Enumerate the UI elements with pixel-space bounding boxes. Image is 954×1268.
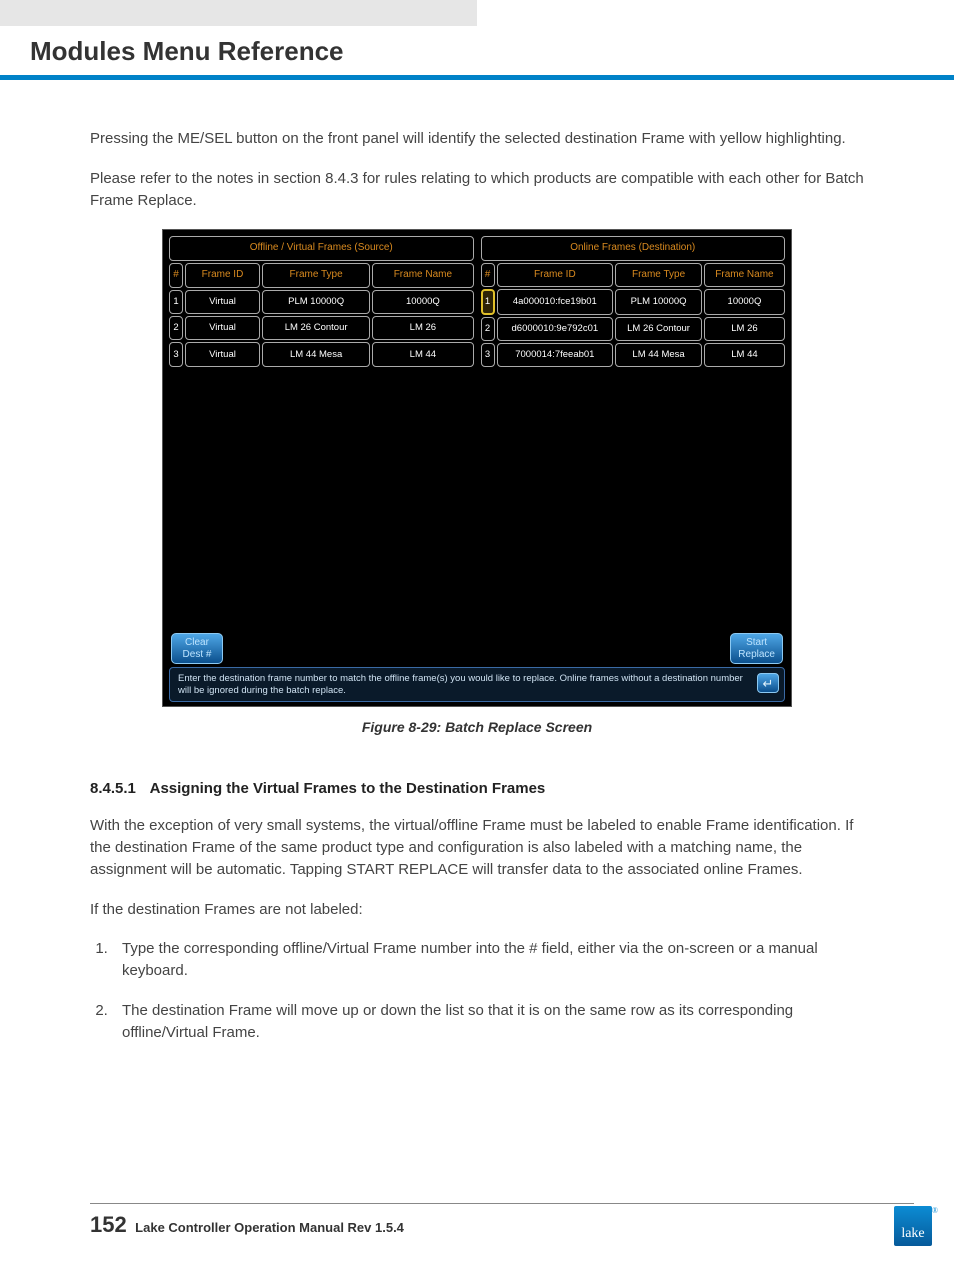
cell-id: 4a000010:fce19b01 [497, 289, 614, 315]
row-num: 2 [169, 316, 183, 340]
table-row[interactable]: 3 7000014:7feeab01 LM 44 Mesa LM 44 [481, 343, 786, 367]
table-row[interactable]: 1 4a000010:fce19b01 PLM 10000Q 10000Q [481, 289, 786, 315]
destination-table-title: Online Frames (Destination) [481, 236, 786, 261]
page-title: Modules Menu Reference [0, 26, 954, 75]
table-row[interactable]: 3 Virtual LM 44 Mesa LM 44 [169, 342, 474, 366]
source-table-title: Offline / Virtual Frames (Source) [169, 236, 474, 261]
cell-name: 10000Q [372, 290, 473, 314]
col-frame-name: Frame Name [372, 263, 473, 288]
col-frame-name: Frame Name [704, 263, 785, 288]
lake-logo: lake [894, 1206, 932, 1246]
col-num: # [481, 263, 495, 288]
cell-id: Virtual [185, 342, 260, 366]
row-num[interactable]: 3 [481, 343, 495, 367]
cell-name: LM 26 [372, 316, 473, 340]
section-paragraph-1: With the exception of very small systems… [90, 815, 864, 880]
cell-id: Virtual [185, 316, 260, 340]
cell-type: LM 44 Mesa [262, 342, 370, 366]
title-rule [0, 75, 954, 80]
row-num: 1 [169, 290, 183, 314]
figure-caption: Figure 8-29: Batch Replace Screen [162, 717, 792, 737]
row-num: 3 [169, 342, 183, 366]
cell-type: LM 26 Contour [615, 317, 702, 341]
row-num-selected[interactable]: 1 [481, 289, 495, 315]
cell-id: d6000010:9e792c01 [497, 317, 614, 341]
section-paragraph-2: If the destination Frames are not labele… [90, 899, 864, 921]
cell-name: LM 44 [372, 342, 473, 366]
cell-id: Virtual [185, 290, 260, 314]
list-item: Type the corresponding offline/Virtual F… [112, 938, 864, 982]
cell-id: 7000014:7feeab01 [497, 343, 614, 367]
help-text: Enter the destination frame number to ma… [178, 673, 743, 695]
help-bar: Enter the destination frame number to ma… [169, 667, 785, 702]
col-frame-id: Frame ID [185, 263, 260, 288]
col-num: # [169, 263, 183, 288]
cell-name: 10000Q [704, 289, 785, 315]
source-frames-table: Offline / Virtual Frames (Source) # Fram… [167, 234, 476, 368]
batch-replace-screen: Offline / Virtual Frames (Source) # Fram… [162, 229, 792, 707]
subsection-heading: 8.4.5.1 Assigning the Virtual Frames to … [90, 778, 864, 800]
cell-type: LM 26 Contour [262, 316, 370, 340]
col-frame-type: Frame Type [262, 263, 370, 288]
col-frame-id: Frame ID [497, 263, 614, 288]
page-footer: 152 Lake Controller Operation Manual Rev… [90, 1203, 914, 1238]
footer-title: Lake Controller Operation Manual Rev 1.5… [135, 1220, 404, 1235]
enter-icon[interactable]: ↵ [757, 673, 779, 693]
intro-paragraph-1: Pressing the ME/SEL button on the front … [90, 128, 864, 150]
cell-name: LM 44 [704, 343, 785, 367]
cell-type: LM 44 Mesa [615, 343, 702, 367]
table-row[interactable]: 1 Virtual PLM 10000Q 10000Q [169, 290, 474, 314]
list-item: The destination Frame will move up or do… [112, 1000, 864, 1044]
subsection-title: Assigning the Virtual Frames to the Dest… [150, 780, 546, 797]
page-number: 152 [90, 1212, 127, 1237]
intro-paragraph-2: Please refer to the notes in section 8.4… [90, 168, 864, 212]
cell-type: PLM 10000Q [615, 289, 702, 315]
clear-dest-button[interactable]: Clear Dest # [171, 633, 223, 664]
subsection-number: 8.4.5.1 [90, 778, 146, 800]
top-strip [0, 0, 954, 26]
table-row[interactable]: 2 Virtual LM 26 Contour LM 26 [169, 316, 474, 340]
destination-frames-table: Online Frames (Destination) # Frame ID F… [479, 234, 788, 368]
row-num[interactable]: 2 [481, 317, 495, 341]
start-replace-button[interactable]: Start Replace [730, 633, 783, 664]
table-row[interactable]: 2 d6000010:9e792c01 LM 26 Contour LM 26 [481, 317, 786, 341]
steps-list: Type the corresponding offline/Virtual F… [112, 938, 864, 1043]
cell-type: PLM 10000Q [262, 290, 370, 314]
cell-name: LM 26 [704, 317, 785, 341]
figure-container: Offline / Virtual Frames (Source) # Fram… [162, 229, 792, 737]
col-frame-type: Frame Type [615, 263, 702, 288]
